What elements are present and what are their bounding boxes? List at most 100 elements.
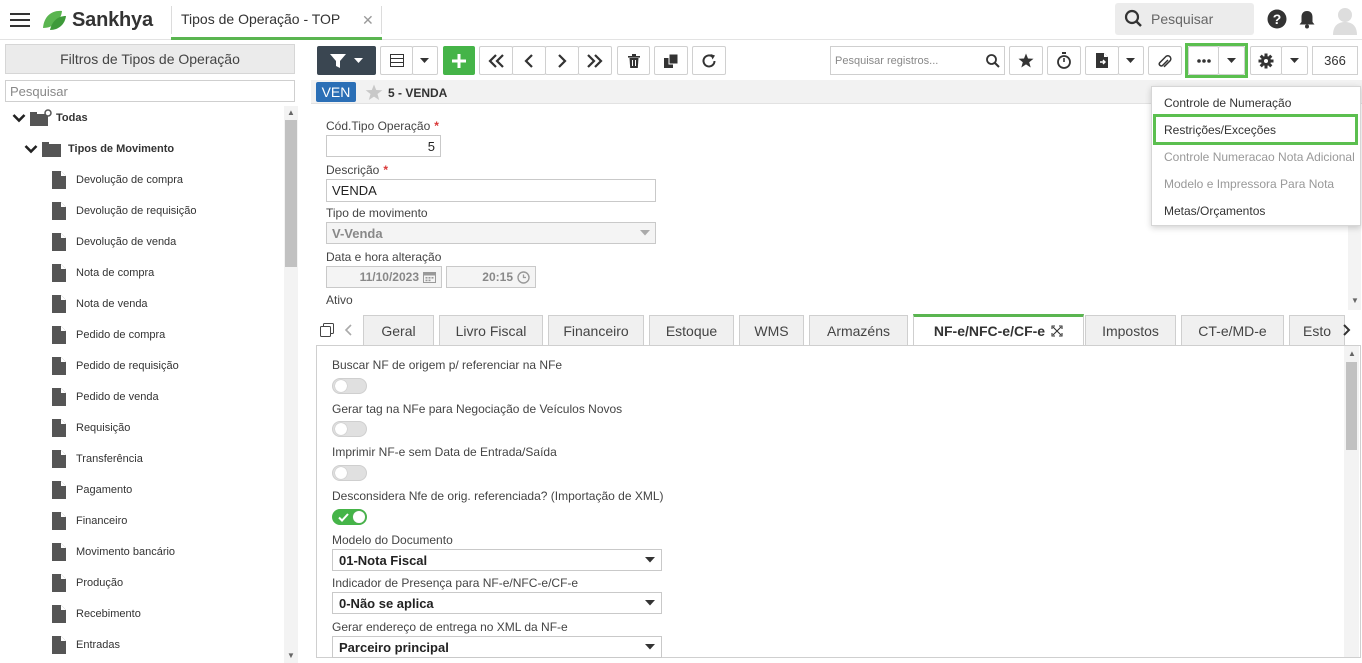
tree-item[interactable]: Pedido de venda	[52, 387, 159, 407]
chevron-down-icon[interactable]	[12, 113, 26, 123]
record-search-input[interactable]: Pesquisar registros...	[830, 46, 1005, 75]
star-outline-icon[interactable]	[365, 84, 383, 101]
grid-view-button[interactable]	[380, 46, 413, 75]
tree-item[interactable]: Financeiro	[52, 511, 127, 531]
tree-item[interactable]: Transferência	[52, 449, 143, 469]
filter-dropdown-button[interactable]	[317, 46, 376, 75]
desconsidera-nfe-toggle[interactable]	[332, 509, 367, 525]
tree-node-root[interactable]: Todas	[12, 108, 88, 128]
panel-scrollbar[interactable]: ▲	[1344, 346, 1359, 657]
tree-item[interactable]: Devolução de compra	[52, 170, 183, 190]
gerar-tag-veiculos-toggle[interactable]	[332, 421, 367, 437]
tree-item[interactable]: Nota de venda	[52, 294, 148, 314]
data-alteracao-field: 11/10/2023	[326, 266, 442, 288]
cod-label-text: Cód.Tipo Operação	[326, 119, 431, 133]
imprimir-nfe-toggle[interactable]	[332, 465, 367, 481]
scroll-up-icon[interactable]: ▲	[287, 108, 295, 117]
scrollbar-thumb[interactable]	[1346, 362, 1357, 450]
document-icon	[52, 636, 66, 654]
scroll-down-icon[interactable]: ▼	[287, 651, 295, 660]
tree-item[interactable]: Pagamento	[52, 480, 132, 500]
tree-item[interactable]: Nota de compra	[52, 263, 154, 283]
modelo-documento-select[interactable]: 01-Nota Fiscal	[332, 549, 662, 571]
tree-item[interactable]: Recebimento	[52, 604, 141, 624]
tree-item[interactable]: Requisição	[52, 418, 130, 438]
tab-esto[interactable]: Esto	[1289, 315, 1345, 345]
report-button[interactable]	[1085, 46, 1119, 75]
scroll-up-icon[interactable]: ▲	[1348, 349, 1356, 358]
grid-view-dropdown[interactable]	[412, 46, 438, 75]
scroll-down-icon[interactable]: ▼	[1351, 296, 1359, 305]
tabs-scroll-right-icon[interactable]	[1343, 324, 1351, 336]
buscar-nf-origem-toggle[interactable]	[332, 378, 367, 394]
cod-tipo-operacao-field[interactable]: 5	[326, 135, 441, 157]
record-count: 366	[1312, 46, 1358, 75]
report-dropdown[interactable]	[1118, 46, 1144, 75]
gerar-endereco-label: Gerar endereço de entrega no XML da NF-e	[332, 620, 568, 634]
tabs-scroll-left-icon[interactable]	[344, 324, 352, 336]
first-record-button[interactable]	[479, 46, 513, 75]
tree-item[interactable]: Entradas	[52, 635, 120, 655]
global-search[interactable]: Pesquisar	[1115, 3, 1254, 35]
settings-button[interactable]	[1250, 46, 1282, 75]
menu-item-controle-numeracao[interactable]: Controle de Numeração	[1164, 96, 1291, 110]
tab-livro-fiscal[interactable]: Livro Fiscal	[439, 315, 543, 345]
duplicate-record-button[interactable]	[654, 46, 688, 75]
delete-record-button[interactable]	[617, 46, 650, 75]
tree-item[interactable]: Movimento bancário	[52, 542, 175, 562]
tab-estoque[interactable]: Estoque	[649, 315, 734, 345]
tab-wms[interactable]: WMS	[739, 315, 804, 345]
tab-ct-e-md-e[interactable]: CT-e/MD-e	[1181, 315, 1284, 345]
tree-item[interactable]: Devolução de requisição	[52, 201, 196, 221]
sankhya-logo[interactable]: Sankhya	[40, 8, 153, 32]
close-tab-icon[interactable]: ✕	[362, 12, 374, 29]
settings-dropdown[interactable]	[1281, 46, 1308, 75]
tree-item[interactable]: Pedido de requisição	[52, 356, 179, 376]
sidebar-scrollbar[interactable]: ▲ ▼	[284, 106, 298, 663]
tree-item[interactable]: Devolução de venda	[52, 232, 176, 252]
favorite-button[interactable]	[1009, 46, 1043, 75]
sidebar-search-input[interactable]	[5, 80, 295, 102]
divider	[381, 6, 382, 34]
screen-tab-title[interactable]: Tipos de Operação - TOP	[181, 11, 340, 27]
gerar-endereco-select[interactable]: Parceiro principal	[332, 636, 662, 658]
hamburger-menu-icon[interactable]	[10, 12, 30, 28]
next-record-button[interactable]	[545, 46, 579, 75]
menu-item-controle-numeracao-nota-adicional[interactable]: Controle Numeracao Nota Adicional	[1164, 150, 1355, 164]
double-chevron-left-icon	[488, 53, 504, 68]
copy-tabs-icon[interactable]	[320, 323, 334, 337]
tab-geral[interactable]: Geral	[363, 315, 434, 345]
tab-nf-e-nfc-e-cf-e[interactable]: NF-e/NFC-e/CF-e	[913, 314, 1084, 345]
filters-button[interactable]: Filtros de Tipos de Operação	[5, 44, 295, 74]
tree-node-group[interactable]: Tipos de Movimento	[24, 139, 174, 159]
previous-record-button[interactable]	[512, 46, 546, 75]
descricao-field[interactable]: VENDA	[326, 179, 656, 202]
menu-item-modelo-impressora[interactable]: Modelo e Impressora Para Nota	[1164, 177, 1334, 191]
scrollbar-thumb[interactable]	[285, 120, 297, 267]
user-avatar-icon[interactable]	[1331, 5, 1359, 35]
tree-item[interactable]: Produção	[52, 573, 123, 593]
chevron-down-icon[interactable]	[24, 144, 38, 154]
filter-sidebar: Filtros de Tipos de Operação Todas Tipos…	[0, 40, 300, 663]
help-icon[interactable]: ?	[1267, 9, 1287, 29]
tab-financeiro[interactable]: Financeiro	[548, 315, 644, 345]
timer-button[interactable]	[1047, 46, 1081, 75]
cod-tipo-operacao-label: Cód.Tipo Operação *	[326, 119, 439, 133]
attachments-button[interactable]	[1148, 46, 1182, 75]
document-icon	[52, 512, 66, 530]
document-icon	[52, 605, 66, 623]
star-icon	[1018, 53, 1034, 68]
tab-armaz-ns[interactable]: Armazéns	[809, 315, 908, 345]
ativo-label: Ativo	[326, 293, 353, 307]
expand-icon[interactable]	[1051, 325, 1063, 337]
menu-item-metas-orcamentos[interactable]: Metas/Orçamentos	[1164, 204, 1265, 218]
notifications-bell-icon[interactable]	[1298, 9, 1316, 29]
last-record-button[interactable]	[578, 46, 612, 75]
refresh-button[interactable]	[692, 46, 726, 75]
tree-item-label: Pedido de requisição	[76, 360, 179, 372]
tree-item[interactable]: Pedido de compra	[52, 325, 165, 345]
search-icon[interactable]	[986, 53, 1000, 68]
tab-impostos[interactable]: Impostos	[1085, 315, 1176, 345]
add-record-button[interactable]	[443, 46, 475, 75]
indicador-presenca-select[interactable]: 0-Não se aplica	[332, 592, 662, 614]
